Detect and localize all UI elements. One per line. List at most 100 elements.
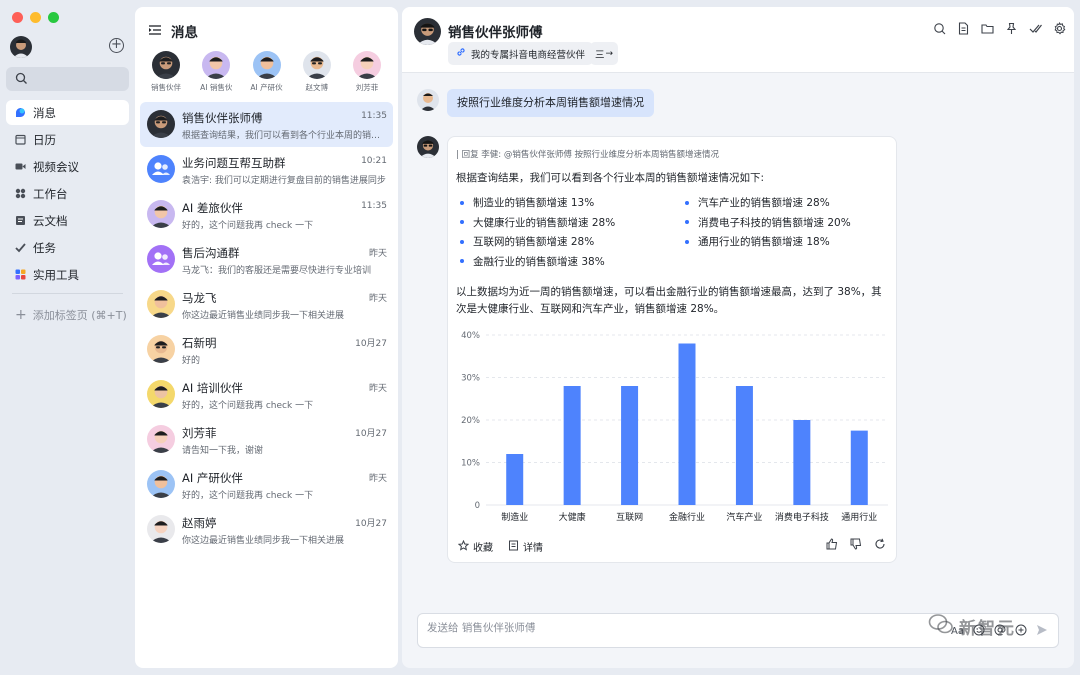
conversation-avatar[interactable] (414, 18, 441, 45)
add-attachment-icon[interactable] (1015, 624, 1027, 639)
bot-menu-tag[interactable]: 三 → (590, 42, 619, 65)
card-actions (826, 538, 886, 550)
nav-item-4[interactable]: 云文档 (6, 208, 129, 233)
sender-avatar[interactable] (417, 89, 439, 111)
nav-item-0[interactable]: 消息 (6, 100, 129, 125)
task-icon (15, 242, 26, 253)
chat-list-item[interactable]: 刘芳菲 10月27 请告知一下我，谢谢 (140, 417, 393, 462)
reply-reference[interactable]: | 回复 李健: @销售伙伴张师傅 按照行业维度分析本周销售额增速情况 (456, 148, 719, 160)
chat-preview: 好的，这个问题我再 check 一下 (182, 221, 314, 231)
chat-preview: 你这边最近销售业绩同步我一下相关进展 (182, 311, 345, 321)
chat-list-item[interactable]: AI 培训伙伴 昨天 好的，这个问题我再 check 一下 (140, 372, 393, 417)
message-input[interactable] (427, 622, 847, 634)
pinned-contact[interactable]: 赵文博 (292, 51, 342, 93)
pinned-contact[interactable]: AI 销售伙 (191, 51, 241, 93)
nav-item-1[interactable]: 日历 (6, 127, 129, 152)
pinned-contacts: 销售伙伴 AI 销售伙 AI 产研伙 赵文博 刘芳菲 (141, 51, 392, 93)
chat-name: AI 产研伙伴 (182, 471, 243, 485)
pinned-contact[interactable]: 销售伙伴 (141, 51, 191, 93)
chat-preview: 马龙飞：我们的客服还是需要尽快进行专业培训 (182, 266, 372, 276)
nav-item-3[interactable]: 工作台 (6, 181, 129, 206)
x-tick-label: 大健康 (559, 511, 586, 523)
arrow-right-icon: → (605, 48, 614, 59)
y-tick-label: 40% (461, 331, 480, 341)
bar-3 (678, 343, 696, 505)
add-tab-label: 添加标签页 (⌘+T) (32, 308, 127, 322)
contact-avatar (252, 51, 281, 79)
chat-avatar (147, 380, 175, 408)
chat-name: 销售伙伴张师傅 (182, 111, 263, 125)
nav-item-label: 实用工具 (33, 267, 79, 282)
nav-item-5[interactable]: 任务 (6, 235, 129, 260)
chat-avatar (147, 245, 175, 273)
my-avatar[interactable] (10, 36, 32, 58)
chat-name: 刘芳菲 (182, 426, 217, 440)
search-chat-icon[interactable] (933, 22, 946, 35)
nav-item-6[interactable]: 实用工具 (6, 262, 129, 287)
nav-item-2[interactable]: 视频会议 (6, 154, 129, 179)
chat-preview: 好的，这个问题我再 check 一下 (182, 491, 314, 501)
chat-list-item[interactable]: 石新明 10月27 好的 (140, 327, 393, 372)
favorite-label: 收藏 (473, 543, 493, 554)
bar-2 (621, 386, 639, 505)
chat-list-item[interactable]: 售后沟通群 昨天 马龙飞：我们的客服还是需要尽快进行专业培训 (140, 237, 393, 282)
chat-preview: 好的 (182, 356, 201, 366)
chat-list-item[interactable]: 销售伙伴张师傅 11:35 根据查询结果，我们可以看到各个行业本周的销售额增速情… (140, 102, 393, 147)
chat-preview: 请告知一下我，谢谢 (182, 446, 264, 456)
thumbs-down-icon[interactable] (850, 538, 862, 550)
chat-name: 赵雨婷 (182, 516, 217, 530)
create-new-button[interactable]: + (109, 38, 124, 53)
chat-preview: 袁浩宇: 我们可以定期进行复盘目前的销售进展同步 (182, 176, 386, 186)
chat-list-item[interactable]: AI 产研伙伴 昨天 好的，这个问题我再 check 一下 (140, 462, 393, 507)
chat-list-item[interactable]: AI 差旅伙伴 11:35 好的，这个问题我再 check 一下 (140, 192, 393, 237)
refresh-icon[interactable] (874, 538, 886, 550)
chat-time: 昨天 (368, 474, 387, 484)
growth-bullet: 互联网的销售额增速 28% (460, 235, 685, 249)
chat-list-item[interactable]: 赵雨婷 10月27 你这边最近销售业绩同步我一下相关进展 (140, 507, 393, 552)
bar-5 (793, 420, 811, 505)
chat-list-item[interactable]: 马龙飞 昨天 你这边最近销售业绩同步我一下相关进展 (140, 282, 393, 327)
conversation-title: 销售伙伴张师傅 (448, 25, 543, 41)
x-tick-label: 汽车产业 (726, 511, 762, 523)
left-nav: + 消息 日历 视频会议 工作台 云文档 任务实用工具 + 添加标签页 (⌘+T) (0, 0, 135, 675)
settings-gear-icon[interactable] (1053, 21, 1066, 35)
user-message[interactable]: 按照行业维度分析本周销售额增速情况 (447, 89, 654, 117)
x-tick-label: 互联网 (616, 512, 643, 523)
bot-description-tag[interactable]: 我的专属抖音电商经营伙伴 (448, 42, 594, 65)
bar-0 (506, 454, 524, 505)
bar-1 (563, 386, 581, 505)
bot-reply-card: | 回复 李健: @销售伙伴张师傅 按照行业维度分析本周销售额增速情况 根据查询… (447, 136, 897, 563)
wechat-logo-icon (928, 613, 954, 640)
growth-bullet-list: 制造业的销售额增速 13% 汽车产业的销售额增速 28% 大健康行业的销售额增速 2… (460, 196, 890, 268)
bot-avatar[interactable] (417, 136, 439, 158)
collapse-list-icon[interactable] (149, 23, 161, 39)
chat-avatar (147, 425, 175, 453)
zoom-window-button[interactable] (48, 12, 59, 23)
check-icon[interactable] (1029, 22, 1042, 35)
contact-label: 赵文博 (305, 83, 329, 92)
thumbs-up-icon[interactable] (826, 538, 838, 550)
reply-intro: 根据查询结果，我们可以看到各个行业本周的销售额增速情况如下: (456, 172, 765, 184)
minimize-window-button[interactable] (30, 12, 41, 23)
send-icon[interactable] (1036, 624, 1048, 639)
favorite-button[interactable]: 收藏 (457, 539, 493, 554)
search-box[interactable] (6, 67, 129, 91)
chat-time: 10月27 (355, 519, 387, 529)
folder-icon[interactable] (981, 22, 994, 35)
doc-icon (15, 215, 26, 226)
pin-icon[interactable] (1005, 22, 1018, 35)
pinned-contact[interactable]: AI 产研伙 (242, 51, 292, 93)
detail-button[interactable]: 详情 (508, 539, 543, 554)
chat-name: 马龙飞 (182, 291, 217, 305)
pinned-contact[interactable]: 刘芳菲 (342, 51, 392, 93)
growth-bar-chart: 0 10% 20% 30% 40% 制造业 大健康 互联网 金融行业 汽车产业 消费电子科技 通用行业 (461, 331, 888, 523)
document-icon[interactable] (957, 22, 970, 35)
chat-list-item[interactable]: 业务问题互帮互助群 10:21 袁浩宇: 我们可以定期进行复盘目前的销售进展同步 (140, 147, 393, 192)
contact-label: AI 产研伙 (250, 83, 283, 92)
reply-summary: 以上数据均为近一周的销售额增速，可以看出金融行业的销售额增速最高，达到了 38%… (456, 286, 882, 315)
close-window-button[interactable] (12, 12, 23, 23)
search-icon (15, 72, 28, 88)
add-tab-button[interactable]: + 添加标签页 (⌘+T) (6, 302, 129, 327)
chat-name: AI 培训伙伴 (182, 381, 243, 395)
detail-label: 详情 (523, 543, 543, 554)
